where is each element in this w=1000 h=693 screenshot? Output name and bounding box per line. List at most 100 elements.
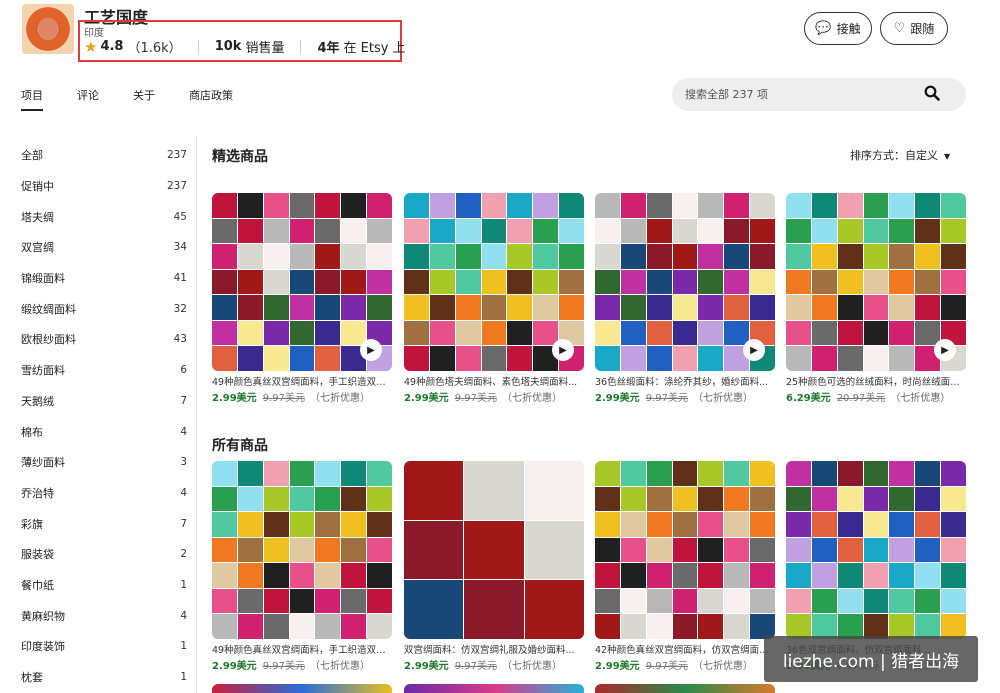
sidebar-item-label: 印度装饰 (21, 640, 65, 654)
product-thumbnail[interactable] (595, 461, 775, 639)
product-title[interactable]: 25种颜色可选的丝绒面料，时尚丝绒面料... (786, 374, 964, 388)
sidebar-item-count: 4 (180, 486, 187, 499)
search-input[interactable] (685, 88, 915, 101)
contact-button[interactable]: 💬 接触 (804, 12, 872, 45)
shop-logo (22, 4, 74, 54)
sidebar-item[interactable]: 印度装饰 1 (21, 631, 187, 662)
product-thumbnail-partial[interactable] (595, 684, 775, 693)
sidebar-item-label: 缎纹绸面料 (21, 302, 76, 316)
sidebar-item-label: 薄纱面料 (21, 456, 65, 470)
sidebar-item-label: 棉布 (21, 425, 43, 439)
search-icon[interactable] (924, 85, 940, 105)
play-icon[interactable]: ▶ (360, 339, 382, 361)
product-thumbnail[interactable]: ▶ (595, 193, 775, 371)
shop-rating-count[interactable]: （1.6k） (127, 37, 181, 56)
sidebar-item-count: 6 (180, 364, 187, 377)
chat-bubble-icon: 💬 (815, 21, 832, 36)
sidebar-item[interactable]: 餐巾纸 1 (21, 570, 187, 601)
sort-label: 排序方式： (850, 149, 905, 162)
price-discount: （七折优惠） (309, 393, 370, 404)
tab-policies[interactable]: 商店政策 (189, 87, 233, 111)
sidebar-item[interactable]: 欧根纱面料 43 (21, 324, 187, 355)
product-card[interactable]: ▶ 36色丝缎面料：涤纶乔其纱，婚纱面料... 2.99美元 9.97美元 （七折优惠） (595, 193, 775, 404)
sidebar-item-count: 41 (173, 272, 187, 285)
sidebar-item[interactable]: 服装袋 2 (21, 539, 187, 570)
sidebar-item[interactable]: 促销中 237 (21, 171, 187, 202)
sidebar-item-count: 237 (166, 180, 187, 193)
follow-button[interactable]: ♡ 跟随 (880, 12, 948, 45)
product-title[interactable]: 49种颜色真丝双宫绸面料，手工织造双宫... (212, 374, 390, 388)
tab-about[interactable]: 关于 (133, 87, 155, 111)
shop-tabs: 项目 评论 关于 商店政策 (21, 87, 267, 111)
sidebar-item-count: 34 (173, 241, 187, 254)
product-thumbnail-partial[interactable] (404, 684, 584, 693)
sidebar-item-count: 1 (180, 671, 187, 684)
sidebar-item[interactable]: 天鹅绒 7 (21, 386, 187, 417)
play-icon[interactable]: ▶ (934, 339, 956, 361)
product-title[interactable]: 双宫绸面料：仿双宫绸礼服及婚纱面料... (404, 642, 582, 656)
price-current: 2.99美元 (404, 661, 449, 672)
price-original: 9.97美元 (645, 393, 688, 404)
sidebar-item-count: 237 (166, 149, 187, 162)
product-thumbnail[interactable] (212, 461, 392, 639)
product-price: 2.99美元 9.97美元 （七折优惠） (404, 389, 584, 404)
sidebar-item[interactable]: 棉布 4 (21, 416, 187, 447)
sidebar-item[interactable]: 双宫绸 34 (21, 232, 187, 263)
shop-sales-label: 销售量 (245, 41, 285, 56)
play-icon[interactable]: ▶ (743, 339, 765, 361)
tab-reviews[interactable]: 评论 (77, 87, 99, 111)
price-current: 2.99美元 (595, 393, 640, 404)
product-card[interactable]: ▶ 49种颜色真丝双宫绸面料，手工织造双宫... 2.99美元 9.97美元 （七折优惠… (212, 193, 392, 404)
sidebar-item[interactable]: 全部 237 (21, 140, 187, 171)
sidebar-item[interactable]: 薄纱面料 3 (21, 447, 187, 478)
sidebar-item[interactable]: 雪纺面料 6 (21, 355, 187, 386)
product-title[interactable]: 36色丝缎面料：涤纶乔其纱，婚纱面料... (595, 374, 773, 388)
play-icon[interactable]: ▶ (552, 339, 574, 361)
product-thumbnail[interactable]: ▶ (212, 193, 392, 371)
sidebar-item[interactable]: 黄麻织物 4 (21, 600, 187, 631)
shop-years-num: 4年 (317, 41, 340, 56)
product-thumbnail[interactable]: ▶ (404, 193, 584, 371)
sidebar-item-count: 2 (180, 548, 187, 561)
sort-dropdown[interactable]: 排序方式：自定义 ▼ (850, 147, 950, 163)
product-price: 2.99美元 9.97美元 （七折优惠） (212, 657, 392, 672)
sidebar-item[interactable]: 塔夫绸 45 (21, 201, 187, 232)
product-price: 2.99美元 9.97美元 （七折优惠） (595, 389, 775, 404)
shop-search (672, 78, 966, 111)
sidebar-item-count: 7 (180, 517, 187, 530)
product-card[interactable]: ▶ 25种颜色可选的丝绒面料，时尚丝绒面料... 6.29美元 20.97美元 （七折优… (786, 193, 966, 404)
product-price: 6.29美元 20.97美元 （七折优惠） (786, 389, 966, 404)
price-discount: （七折优惠） (501, 393, 562, 404)
product-card[interactable]: 49种颜色真丝双宫绸面料，手工织造双宫... 2.99美元 9.97美元 （七折优惠） (212, 461, 392, 672)
sidebar-item-label: 乔治特 (21, 486, 54, 500)
price-original: 20.97美元 (836, 393, 886, 404)
product-thumbnail[interactable]: ▶ (786, 193, 966, 371)
product-card[interactable]: 双宫绸面料：仿双宫绸礼服及婚纱面料... 2.99美元 9.97美元 （七折优惠） (404, 461, 584, 672)
sidebar-item-count: 45 (173, 210, 187, 223)
price-discount: （七折优惠） (890, 393, 951, 404)
product-thumbnail[interactable] (786, 461, 966, 639)
sidebar-item-count: 32 (173, 302, 187, 315)
product-price: 2.99美元 9.97美元 （七折优惠） (212, 389, 392, 404)
product-card[interactable]: 42种颜色真丝双宫绸面料，仿双宫绸面料... 2.99美元 9.97美元 （七折优惠） (595, 461, 775, 672)
sidebar-item-count: 7 (180, 394, 187, 407)
tab-items[interactable]: 项目 (21, 87, 43, 111)
price-original: 9.97美元 (454, 393, 497, 404)
price-current: 2.99美元 (212, 661, 257, 672)
sidebar-item[interactable]: 枕套 1 (21, 662, 187, 693)
product-thumbnail-partial[interactable] (212, 684, 392, 693)
product-thumbnail[interactable] (404, 461, 584, 639)
price-discount: （七折优惠） (501, 661, 562, 672)
price-discount: （七折优惠） (692, 661, 753, 672)
sidebar-item-count: 43 (173, 333, 187, 346)
product-title[interactable]: 49种颜色塔夫绸面料、素色塔夫绸面料... (404, 374, 582, 388)
product-title[interactable]: 49种颜色真丝双宫绸面料，手工织造双宫... (212, 642, 390, 656)
sidebar-item[interactable]: 锦缎面料 41 (21, 263, 187, 294)
sidebar-item-label: 餐巾纸 (21, 578, 54, 592)
product-title[interactable]: 42种颜色真丝双宫绸面料，仿双宫绸面料... (595, 642, 773, 656)
sidebar-item-label: 枕套 (21, 671, 43, 685)
sidebar-item[interactable]: 彩旗 7 (21, 508, 187, 539)
product-card[interactable]: ▶ 49种颜色塔夫绸面料、素色塔夫绸面料... 2.99美元 9.97美元 （七折优惠） (404, 193, 584, 404)
sidebar-item[interactable]: 缎纹绸面料 32 (21, 293, 187, 324)
sidebar-item[interactable]: 乔治特 4 (21, 478, 187, 509)
